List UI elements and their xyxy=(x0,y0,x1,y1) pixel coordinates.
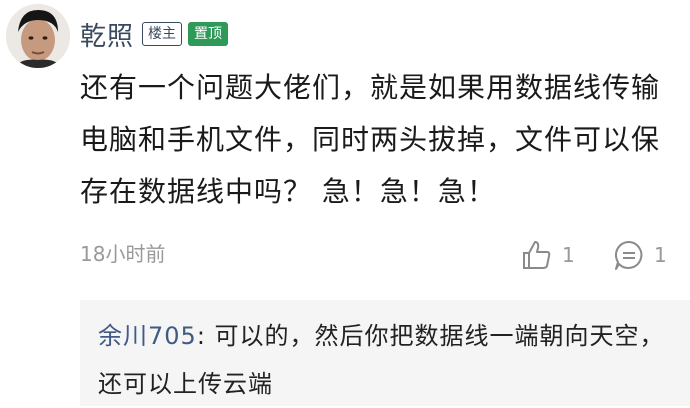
avatar-image xyxy=(6,4,70,68)
like-count: 1 xyxy=(562,243,575,267)
reply-count: 1 xyxy=(654,243,667,267)
reply-separator: : xyxy=(196,322,215,350)
thumbs-up-icon xyxy=(520,238,554,272)
comment-timestamp: 18小时前 xyxy=(80,242,166,266)
comment-header: 乾照 楼主 置顶 xyxy=(80,16,229,53)
like-button[interactable]: 1 xyxy=(520,238,575,272)
comment-bubble-icon xyxy=(612,238,646,272)
owner-badge: 楼主 xyxy=(142,22,183,46)
username[interactable]: 乾照 xyxy=(80,16,134,53)
comment-text: 还有一个问题大佬们，就是如果用数据线传输电脑和手机文件，同时两头拔掉，文件可以保… xyxy=(80,71,661,208)
reply-body: 余川705: 可以的，然后你把数据线一端朝向天空，还可以上传云端 xyxy=(98,312,678,408)
reply-author[interactable]: 余川705 xyxy=(98,322,197,350)
reply-button[interactable]: 1 xyxy=(612,238,667,272)
pinned-badge: 置顶 xyxy=(188,22,229,46)
reply-preview[interactable]: 余川705: 可以的，然后你把数据线一端朝向天空，还可以上传云端 xyxy=(80,300,690,406)
avatar[interactable] xyxy=(6,4,70,68)
